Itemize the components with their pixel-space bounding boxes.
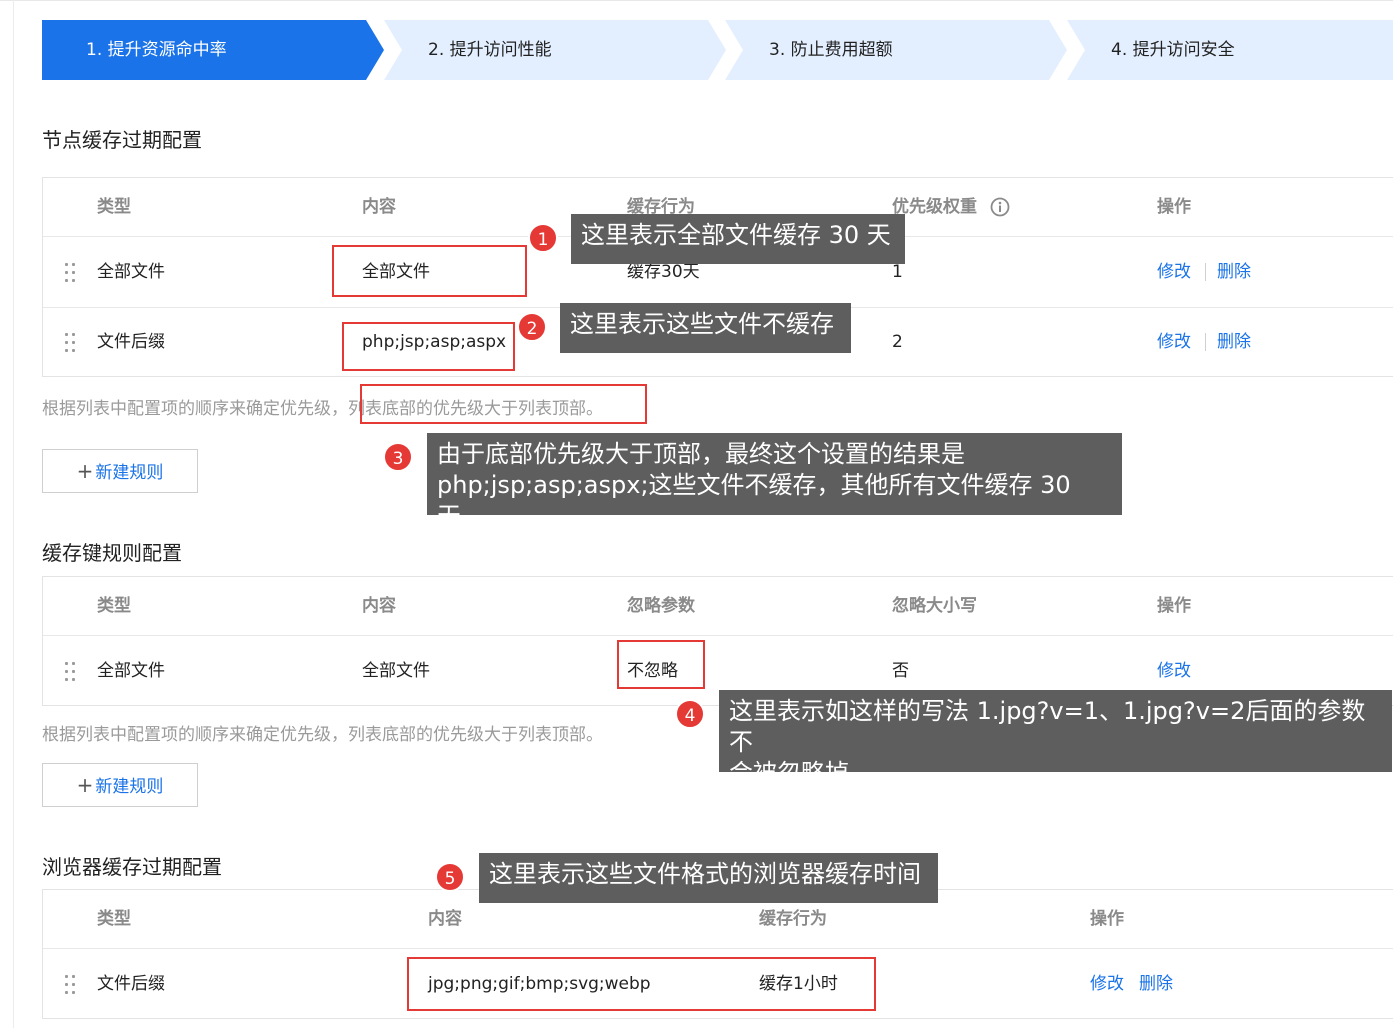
link-divider [1205, 263, 1206, 281]
plus-icon: + [76, 459, 94, 483]
annotation-4: 这里表示如这样的写法 1.jpg?v=1、1.jpg?v=2后面的参数不 会被忽… [719, 690, 1392, 787]
new-rule-button[interactable]: + 新建规则 [42, 449, 198, 493]
delete-link[interactable]: 删除 [1217, 237, 1251, 307]
delete-link[interactable]: 删除 [1139, 949, 1173, 1019]
step-4[interactable]: 4. 提升访问安全 [1067, 20, 1393, 80]
annotation-3-line-2: php;jsp;asp;aspx;这些文件不缓存，其他所有文件缓存 30 天。 [437, 471, 1071, 530]
edit-link[interactable]: 修改 [1157, 307, 1191, 377]
col-type: 类型 [97, 197, 131, 217]
drag-handle-icon[interactable] [65, 263, 77, 283]
new-rule-button[interactable]: + 新建规则 [42, 763, 198, 807]
annotation-3-line-1: 由于底部优先级大于顶部，最终这个设置的结果是 [437, 440, 965, 468]
col-action: 操作 [1157, 197, 1191, 217]
annotation-4-line-2: 会被忽略掉 [729, 759, 849, 787]
step-1[interactable]: 1. 提升资源命中率 [42, 20, 384, 80]
cell-type: 文件后缀 [97, 974, 165, 994]
cache-key-table-header: 类型 内容 忽略参数 忽略大小写 操作 [43, 577, 1393, 636]
annotation-2: 这里表示这些文件不缓存 [560, 303, 851, 353]
drag-handle-icon[interactable] [65, 975, 77, 995]
drag-handle-icon[interactable] [65, 662, 77, 682]
step-4-label: 4. 提升访问安全 [1111, 40, 1235, 60]
col-ignore-case: 忽略大小写 [892, 596, 977, 616]
plus-icon: + [76, 773, 94, 797]
cell-type: 全部文件 [97, 661, 165, 681]
cell-content: 全部文件 [362, 661, 430, 681]
info-icon[interactable] [990, 197, 1010, 217]
annotation-3: 由于底部优先级大于顶部，最终这个设置的结果是 php;jsp;asp;aspx;… [427, 433, 1122, 530]
cache-key-title: 缓存键规则配置 [42, 541, 182, 565]
priority-hint-part-a: 根据列表中配置项的顺序来确定优先级， [42, 399, 348, 419]
new-rule-label: 新建规则 [95, 777, 164, 797]
cache-key-table: 类型 内容 忽略参数 忽略大小写 操作 全部文件 全部文件 不忽略 否 修改 [42, 576, 1393, 706]
edit-link[interactable]: 修改 [1157, 237, 1191, 307]
col-action: 操作 [1157, 596, 1191, 616]
annotation-badge-2: 2 [517, 312, 547, 342]
col-content: 内容 [362, 197, 396, 217]
highlight-box-suffix [342, 322, 515, 371]
cache-key-hint: 根据列表中配置项的顺序来确定优先级，列表底部的优先级大于列表顶部。 [42, 725, 603, 745]
col-type: 类型 [97, 909, 131, 929]
annotation-2-text: 这里表示这些文件不缓存 [570, 310, 834, 338]
annotation-1: 这里表示全部文件缓存 30 天 [571, 214, 905, 264]
col-action: 操作 [1090, 909, 1124, 929]
step-2[interactable]: 2. 提升访问性能 [384, 20, 726, 80]
cell-type: 全部文件 [97, 262, 165, 282]
top-border [0, 0, 1393, 1]
node-cache-title: 节点缓存过期配置 [42, 128, 202, 152]
link-divider [1205, 333, 1206, 351]
annotation-4-line-1: 这里表示如这样的写法 1.jpg?v=1、1.jpg?v=2后面的参数不 [729, 697, 1366, 756]
annotation-badge-1: 1 [528, 223, 558, 253]
annotation-badge-5: 5 [435, 862, 465, 892]
col-type: 类型 [97, 596, 131, 616]
col-content: 内容 [362, 596, 396, 616]
cell-type: 文件后缀 [97, 332, 165, 352]
step-2-label: 2. 提升访问性能 [428, 40, 552, 60]
step-1-label: 1. 提升资源命中率 [86, 40, 227, 60]
annotation-badge-4: 4 [675, 699, 705, 729]
cell-priority: 2 [892, 332, 903, 352]
step-3-label: 3. 防止费用超额 [769, 40, 893, 60]
annotation-1-text: 这里表示全部文件缓存 30 天 [581, 221, 891, 249]
highlight-box-browser [407, 957, 876, 1011]
highlight-box-hint [360, 384, 647, 424]
step-3[interactable]: 3. 防止费用超额 [725, 20, 1067, 80]
edit-link[interactable]: 修改 [1090, 949, 1124, 1019]
drag-handle-icon[interactable] [65, 333, 77, 353]
highlight-box-content-all [332, 245, 527, 297]
annotation-5: 这里表示这些文件格式的浏览器缓存时间 [479, 853, 938, 903]
browser-cache-title: 浏览器缓存过期配置 [42, 855, 222, 879]
annotation-5-text: 这里表示这些文件格式的浏览器缓存时间 [489, 860, 921, 888]
delete-link[interactable]: 删除 [1217, 307, 1251, 377]
col-ignore-params: 忽略参数 [627, 596, 695, 616]
left-border [13, 0, 14, 1028]
annotation-badge-3: 3 [383, 442, 413, 472]
new-rule-label: 新建规则 [95, 463, 164, 483]
highlight-box-ignore [617, 640, 705, 689]
col-content: 内容 [428, 909, 462, 929]
